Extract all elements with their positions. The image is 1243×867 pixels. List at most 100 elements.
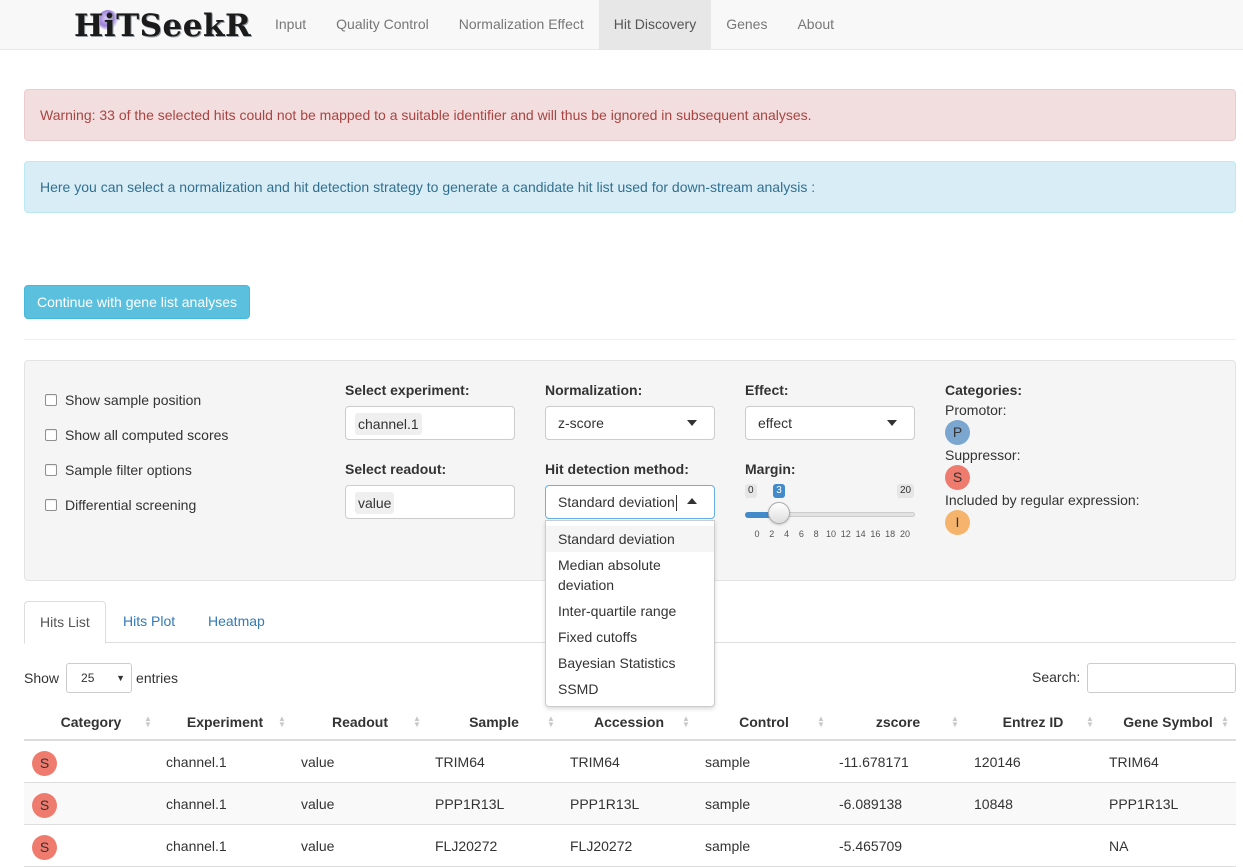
hit-method-select[interactable]: Standard deviation <box>545 485 715 519</box>
warning-text: Warning: 33 of the selected hits could n… <box>40 107 812 123</box>
readout-chip: value <box>355 492 395 514</box>
margin-slider-handle[interactable] <box>768 502 791 524</box>
slider-tick-label: 20 <box>899 529 911 539</box>
column-header[interactable]: Category <box>24 703 158 741</box>
column-header[interactable]: Accession <box>562 703 696 741</box>
tab-heatmap[interactable]: Heatmap <box>193 601 280 643</box>
chevron-down-icon <box>687 420 697 426</box>
cell-readout: value <box>301 796 335 812</box>
checkbox-label: Sample filter options <box>65 462 192 478</box>
table-row[interactable]: Schannel.1 value PPP1R13L PPP1R13L sample -6.… <box>24 783 1236 825</box>
nav-item-quality-control[interactable]: Quality Control <box>321 0 444 49</box>
table-row[interactable]: Schannel.1 value TRIM64 TRIM64 sample -11.678… <box>24 741 1236 783</box>
slider-max-label: 20 <box>897 484 915 498</box>
checkbox-label: Show sample position <box>65 392 202 408</box>
cell-zscore: -6.089138 <box>839 796 903 812</box>
continue-button[interactable]: Continue with gene list analyses <box>24 285 251 319</box>
option-ssmd[interactable]: SSMD <box>546 676 714 702</box>
option-inter-quartile-range[interactable]: Inter-quartile range <box>546 598 714 624</box>
sort-icon: ▲ ▼ <box>1086 714 1094 729</box>
divider <box>24 339 1236 340</box>
readout-label: Select readout: <box>345 461 447 477</box>
sort-icon: ▲ ▼ <box>413 714 421 729</box>
cell-accession: TRIM64 <box>570 754 620 770</box>
effect-select[interactable]: effect <box>745 406 915 440</box>
checkbox-box[interactable] <box>45 429 57 441</box>
column-header[interactable]: Entrez ID <box>966 703 1100 741</box>
cell-accession: FLJ20272 <box>570 838 633 854</box>
hits-table: Category ▲ ▼ Experiment ▲ ▼ Readout ▲ ▼ Sample ▲ ▼ A… <box>24 703 1236 867</box>
sort-icon: ▲ ▼ <box>278 714 286 729</box>
slider-tick-label: 14 <box>855 529 866 539</box>
show-sample-position-checkbox[interactable]: Show sample position <box>45 392 201 408</box>
sort-icon: ▲ ▼ <box>682 714 690 729</box>
differential-screening-checkbox[interactable]: Differential screening <box>45 497 196 513</box>
nav-item-input[interactable]: Input <box>260 0 321 49</box>
margin-label: Margin: <box>745 461 796 477</box>
slider-tick-label: 10 <box>825 529 837 539</box>
cell-control: sample <box>705 754 751 770</box>
category-badge: S <box>32 793 57 818</box>
entries-select[interactable]: 25 ▼ <box>66 663 133 693</box>
nav-item-normalization-effect[interactable]: Normalization Effect <box>444 0 599 49</box>
app-logo[interactable]: HiTSeekR <box>74 8 251 48</box>
slider-tick-label: 0 <box>754 529 760 539</box>
option-median-absolute-deviation[interactable]: Median absolute deviation <box>546 552 714 598</box>
nav-item-about[interactable]: About <box>782 0 849 49</box>
slider-min-label: 0 <box>745 484 757 498</box>
sort-icon: ▲ ▼ <box>547 714 555 729</box>
search-input[interactable] <box>1087 663 1236 693</box>
nav-item-genes[interactable]: Genes <box>711 0 782 49</box>
column-header[interactable]: Readout <box>293 703 427 741</box>
checkbox-box[interactable] <box>45 394 57 406</box>
experiment-select[interactable]: channel.1 <box>345 406 515 440</box>
normalization-label: Normalization: <box>545 382 643 398</box>
cell-sample: TRIM64 <box>435 754 485 770</box>
tab-hits-plot[interactable]: Hits Plot <box>108 601 190 643</box>
checkbox-box[interactable] <box>45 499 57 511</box>
column-header[interactable]: Gene Symbol <box>1101 703 1235 741</box>
option-fixed-cutoffs[interactable]: Fixed cutoffs <box>546 624 714 650</box>
effect-value: effect <box>758 415 792 431</box>
option-bayesian-statistics[interactable]: Bayesian Statistics <box>546 650 714 676</box>
category-badge: S <box>32 835 57 860</box>
readout-select[interactable]: value <box>345 485 515 519</box>
entries-label: entries <box>136 670 179 686</box>
column-header[interactable]: Control <box>697 703 831 741</box>
hit-method-text: Standard deviation <box>558 494 675 510</box>
cell-readout: value <box>301 754 335 770</box>
cell-experiment: channel.1 <box>166 796 227 812</box>
table-row[interactable]: Schannel.1 value FLJ20272 FLJ20272 sample -5.… <box>24 825 1236 867</box>
experiment-chip: channel.1 <box>355 413 422 435</box>
slider-tick-label: 16 <box>870 529 881 539</box>
slider-tick-label: 12 <box>840 529 851 539</box>
nav-menu: Input Quality Control Normalization Effe… <box>260 0 849 50</box>
checkbox-label: Differential screening <box>65 497 197 513</box>
tab-hits-list[interactable]: Hits List <box>24 601 106 644</box>
search-label: Search: <box>1032 669 1081 685</box>
sort-icon: ▲ ▼ <box>1221 714 1229 729</box>
category-badge: S <box>32 751 57 776</box>
nav-item-hit-discovery[interactable]: Hit Discovery <box>598 0 712 49</box>
cell-sample: PPP1R13L <box>435 796 505 812</box>
cell-sample: FLJ20272 <box>435 838 498 854</box>
option-standard-deviation[interactable]: Standard deviation <box>546 526 714 552</box>
sort-icon: ▲ ▼ <box>817 714 825 729</box>
show-entries: Show 25 ▼ entries <box>24 663 178 693</box>
cell-accession: PPP1R13L <box>570 796 640 812</box>
hit-method-label: Hit detection method: <box>545 461 689 477</box>
chevron-down-icon: ▼ <box>116 673 126 683</box>
normalization-select[interactable]: z-score <box>545 406 715 440</box>
sample-filter-checkbox[interactable]: Sample filter options <box>45 462 192 478</box>
cell-experiment: channel.1 <box>166 754 227 770</box>
column-header[interactable]: zscore <box>831 703 965 741</box>
info-alert: Here you can select a normalization and … <box>24 161 1236 213</box>
chevron-down-icon <box>887 420 897 426</box>
show-all-scores-checkbox[interactable]: Show all computed scores <box>45 427 228 443</box>
column-header[interactable]: Sample <box>427 703 561 741</box>
entries-value: 25 <box>81 671 95 685</box>
column-header[interactable]: Experiment <box>158 703 292 741</box>
checkbox-box[interactable] <box>45 464 57 476</box>
chevron-up-icon <box>687 498 697 504</box>
effect-label: Effect: <box>745 382 789 398</box>
